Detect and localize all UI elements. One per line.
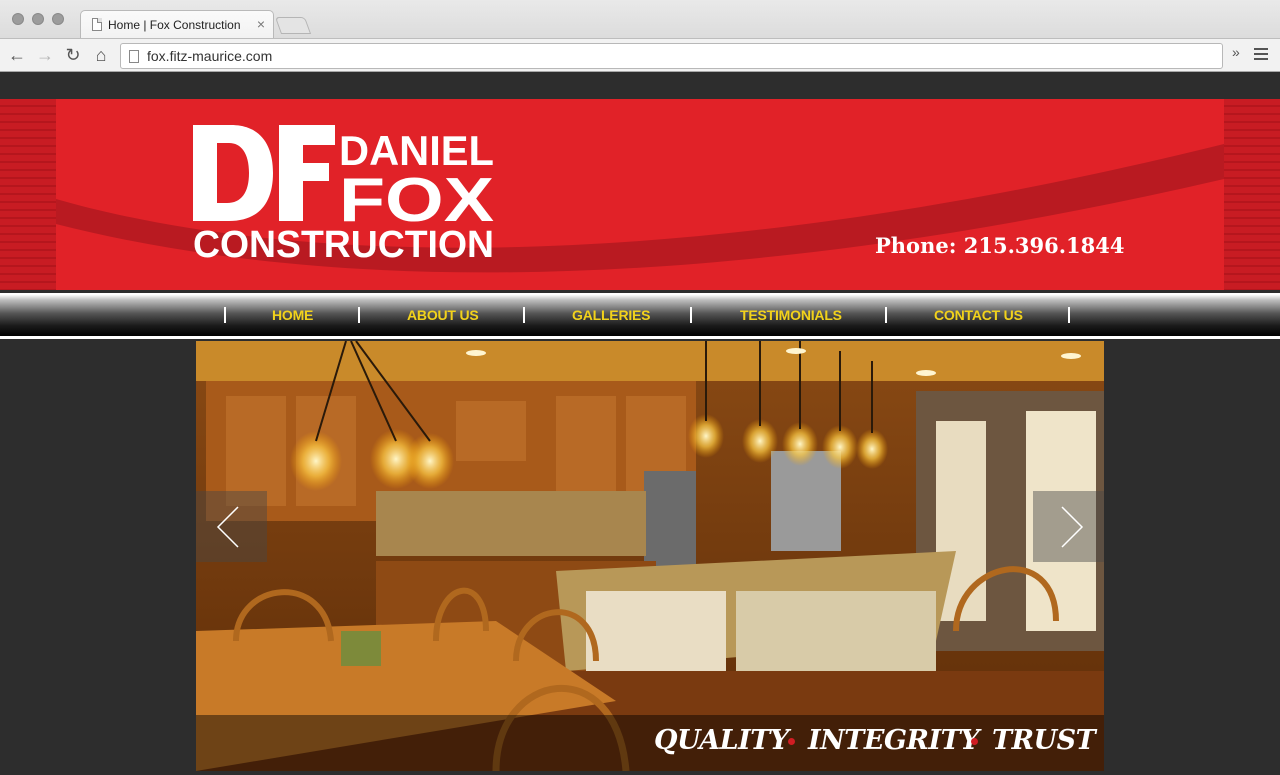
slider-next-button[interactable] bbox=[1033, 491, 1104, 562]
nav-about-us[interactable]: ABOUT US bbox=[407, 307, 479, 323]
nav-separator bbox=[523, 307, 525, 323]
nav-separator bbox=[224, 307, 226, 323]
nav-testimonials[interactable]: TESTIMONIALS bbox=[740, 307, 842, 323]
nav-separator bbox=[358, 307, 360, 323]
back-arrow-icon[interactable]: ← bbox=[6, 44, 28, 66]
new-tab-button[interactable] bbox=[274, 17, 312, 34]
extensions-overflow-icon[interactable]: » bbox=[1232, 44, 1240, 60]
image-slider[interactable]: QUALITY INTEGRITY TRUST bbox=[196, 341, 1104, 771]
nav-separator bbox=[690, 307, 692, 323]
address-bar[interactable]: fox.fitz-maurice.com bbox=[120, 43, 1223, 69]
window-minimize-button[interactable] bbox=[32, 13, 44, 25]
logo-construction: CONSTRUCTION bbox=[193, 224, 494, 259]
page-icon bbox=[129, 50, 139, 63]
browser-toolbar: ← → ↻ ⌂ fox.fitz-maurice.com » bbox=[0, 38, 1280, 72]
slider-prev-button[interactable] bbox=[196, 491, 267, 562]
nav-separator bbox=[885, 307, 887, 323]
caption-quality: QUALITY bbox=[654, 725, 789, 756]
chevron-right-icon bbox=[1061, 506, 1084, 548]
nav-home[interactable]: HOME bbox=[272, 307, 313, 323]
header-swoosh bbox=[56, 144, 1224, 290]
tab-close-icon[interactable]: × bbox=[257, 15, 265, 33]
caption-trust: TRUST bbox=[992, 725, 1096, 756]
caption-bullet bbox=[788, 738, 795, 745]
tab-title: Home | Fox Construction bbox=[108, 18, 241, 32]
browser-tab[interactable]: Home | Fox Construction × bbox=[80, 10, 274, 38]
main-nav: HOME ABOUT US GALLERIES TESTIMONIALS CON… bbox=[0, 293, 1280, 339]
forward-arrow-icon[interactable]: → bbox=[34, 44, 56, 66]
browser-tab-bar: Home | Fox Construction × bbox=[0, 0, 1280, 38]
kitchen-photo bbox=[196, 341, 1104, 771]
caption-integrity: INTEGRITY bbox=[808, 725, 979, 756]
reload-icon[interactable]: ↻ bbox=[62, 44, 84, 66]
phone-number[interactable]: Phone: 215.396.1844 bbox=[875, 233, 1125, 258]
home-icon[interactable]: ⌂ bbox=[90, 44, 112, 66]
chevron-left-icon bbox=[216, 506, 239, 548]
caption-bullet bbox=[971, 738, 978, 745]
nav-separator bbox=[1068, 307, 1070, 323]
window-close-button[interactable] bbox=[12, 13, 24, 25]
url-text: fox.fitz-maurice.com bbox=[147, 48, 273, 64]
nav-galleries[interactable]: GALLERIES bbox=[572, 307, 651, 323]
site-header bbox=[0, 99, 1280, 290]
window-zoom-button[interactable] bbox=[52, 13, 64, 25]
hamburger-menu-icon[interactable] bbox=[1254, 48, 1268, 60]
nav-contact-us[interactable]: CONTACT US bbox=[934, 307, 1023, 323]
page-icon bbox=[92, 18, 102, 31]
company-logo[interactable]: DANIEL FOX CONSTRUCTION bbox=[193, 125, 495, 259]
